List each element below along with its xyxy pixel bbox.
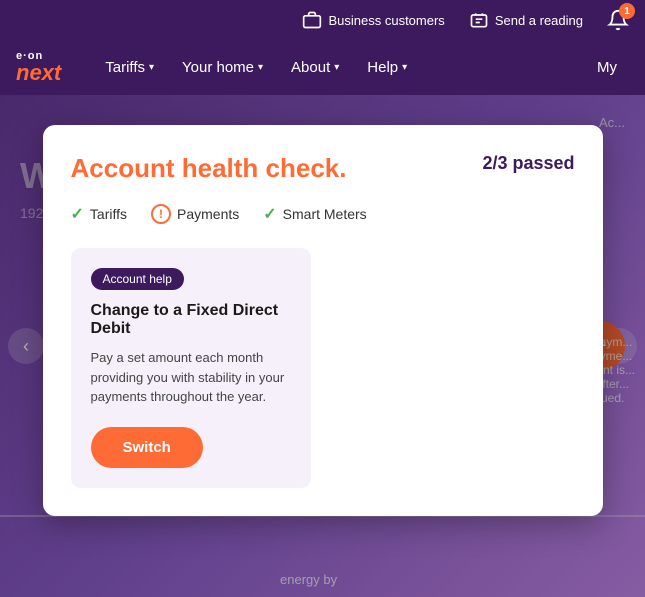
about-chevron-icon: ▾ [334,62,339,73]
nav-about[interactable]: About ▾ [279,51,351,84]
about-label: About [291,59,330,76]
modal-overlay: Account health check. 2/3 passed ✓ Tarif… [0,95,645,597]
page-background: Wo... 192 G... Ac... ‹ › + t paym... pay… [0,95,645,597]
utility-bar: Business customers Send a reading 1 [0,0,645,40]
health-check-header: Account health check. 2/3 passed [71,153,575,184]
notification-bell[interactable]: 1 [607,9,629,31]
check-payments-label: Payments [177,206,239,222]
nav-bar: e·on next Tariffs ▾ Your home ▾ About ▾ … [0,40,645,95]
recommendation-description: Pay a set amount each month providing yo… [91,348,291,407]
help-chevron-icon: ▾ [402,62,407,73]
nav-help[interactable]: Help ▾ [355,51,419,84]
check-smart-meters: ✓ Smart Meters [263,204,366,224]
your-home-label: Your home [182,59,254,76]
nav-my[interactable]: My [585,51,629,84]
account-help-badge: Account help [91,268,184,290]
nav-items: Tariffs ▾ Your home ▾ About ▾ Help ▾ My [93,51,629,84]
tariffs-pass-icon: ✓ [71,204,84,224]
briefcase-icon [302,10,322,30]
check-smart-meters-label: Smart Meters [283,206,367,222]
tariffs-label: Tariffs [105,59,145,76]
business-customers-label: Business customers [328,13,444,28]
health-check-card: Account health check. 2/3 passed ✓ Tarif… [43,125,603,516]
health-checks-list: ✓ Tariffs ! Payments ✓ Smart Meters [71,204,575,224]
check-tariffs: ✓ Tariffs [71,204,128,224]
meter-icon [469,10,489,30]
nav-your-home[interactable]: Your home ▾ [170,51,275,84]
eon-next-logo[interactable]: e·on next [16,51,61,84]
check-tariffs-label: Tariffs [90,206,127,222]
business-customers-link[interactable]: Business customers [302,10,444,30]
check-payments: ! Payments [151,204,239,224]
smart-meters-pass-icon: ✓ [263,204,276,224]
recommendation-title: Change to a Fixed Direct Debit [91,302,291,338]
nav-tariffs[interactable]: Tariffs ▾ [93,51,166,84]
health-check-title: Account health check. [71,153,347,184]
send-reading-link[interactable]: Send a reading [469,10,583,30]
payments-warn-icon: ! [151,204,171,224]
send-reading-label: Send a reading [495,13,583,28]
help-label: Help [367,59,398,76]
health-check-score: 2/3 passed [482,153,574,174]
your-home-chevron-icon: ▾ [258,62,263,73]
notification-count: 1 [619,3,635,19]
my-label: My [597,59,617,76]
switch-button[interactable]: Switch [91,427,203,468]
tariffs-chevron-icon: ▾ [149,62,154,73]
logo-next-text: next [16,62,61,84]
recommendation-card: Account help Change to a Fixed Direct De… [71,248,311,488]
